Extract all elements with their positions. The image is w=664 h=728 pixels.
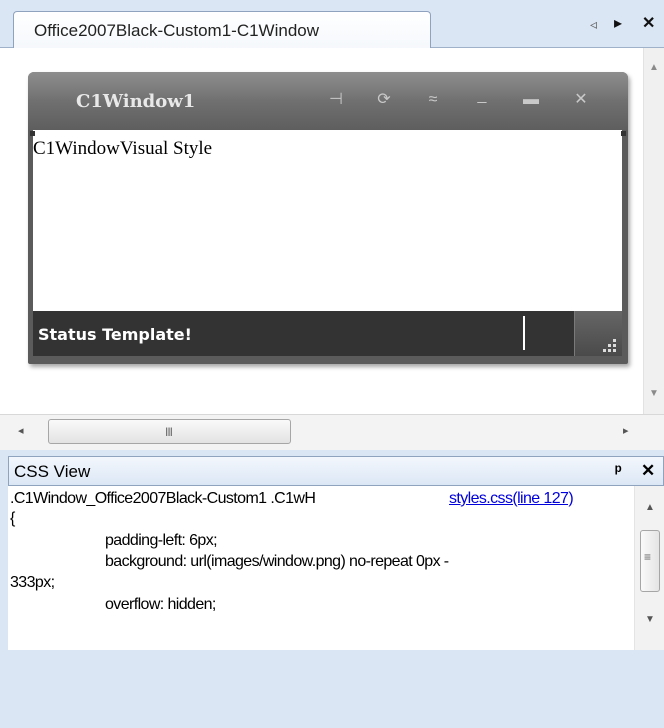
resize-grip-icon[interactable] bbox=[574, 311, 622, 356]
scroll-left-icon[interactable]: ◂ bbox=[18, 424, 24, 437]
resize-handle-top-left[interactable] bbox=[30, 131, 35, 136]
content-text: C1WindowVisual Style bbox=[33, 138, 213, 159]
c1window-title: C1Window1 bbox=[76, 91, 196, 112]
thumb-grip-icon: ≡ bbox=[644, 550, 652, 564]
pin-icon[interactable]: ⊣ bbox=[324, 88, 348, 112]
css-view-body: .C1Window_Office2007Black-Custom1 .C1wH … bbox=[8, 486, 634, 650]
reload-icon[interactable]: ⟳ bbox=[372, 88, 396, 112]
css-source-link[interactable]: styles.css(line 127) bbox=[449, 489, 574, 509]
css-view-pane: CSS View ᵖ ✕ .C1Window_Office2007Black-C… bbox=[8, 456, 664, 728]
designer-surface: C1Window1 ⊣ ⟳ ≈ _ ▬ ✕ C1WindowVisual Sty… bbox=[0, 48, 643, 414]
scroll-up-icon[interactable]: ▲ bbox=[649, 62, 659, 73]
close-icon[interactable]: ✕ bbox=[569, 88, 593, 112]
css-view-scroll-thumb[interactable]: ≡ bbox=[640, 530, 660, 592]
resize-handle-top-right[interactable] bbox=[621, 131, 626, 136]
scroll-right-icon[interactable]: ▸ bbox=[623, 424, 629, 437]
document-tab-label: Office2007Black-Custom1-C1Window bbox=[34, 21, 320, 40]
css-declaration: overflow: hidden; bbox=[105, 596, 216, 613]
css-view-header: CSS View ᵖ ✕ bbox=[8, 456, 664, 486]
close-tab-icon[interactable]: ✕ bbox=[642, 14, 655, 34]
css-declaration-continued: 333px; bbox=[10, 574, 55, 591]
maximize-icon[interactable]: ▬ bbox=[519, 88, 543, 112]
css-declaration: padding-left: 6px; bbox=[105, 532, 218, 549]
c1window-header[interactable]: C1Window1 ⊣ ⟳ ≈ _ ▬ ✕ bbox=[28, 72, 628, 130]
document-tab[interactable]: Office2007Black-Custom1-C1Window bbox=[13, 11, 431, 49]
collapse-icon[interactable]: ≈ bbox=[421, 88, 445, 112]
scroll-down-icon[interactable]: ▼ bbox=[645, 614, 655, 625]
designer-vertical-scrollbar[interactable]: ▲ ▼ bbox=[643, 48, 664, 414]
scroll-tabs-right-icon[interactable]: ▸ bbox=[614, 14, 622, 34]
status-text: Status Template! bbox=[38, 325, 192, 344]
scroll-tabs-left-icon[interactable]: ◃ bbox=[590, 14, 597, 34]
horizontal-scrollbar[interactable]: ◂ III ▸ bbox=[0, 414, 664, 450]
close-pane-icon[interactable]: ✕ bbox=[641, 461, 655, 481]
status-bar: Status Template! bbox=[33, 311, 622, 356]
css-view-title: CSS View bbox=[14, 462, 91, 481]
c1window-content: C1WindowVisual Style bbox=[33, 130, 622, 311]
horizontal-scroll-thumb[interactable]: III bbox=[48, 419, 291, 444]
css-view-vertical-scrollbar[interactable]: ▲ ≡ ▼ bbox=[634, 486, 664, 650]
document-tab-bar: Office2007Black-Custom1-C1Window ◃ ▸ ✕ bbox=[0, 0, 664, 49]
css-declaration: background: url(images/window.png) no-re… bbox=[105, 553, 449, 570]
minimize-icon[interactable]: _ bbox=[470, 84, 494, 108]
css-selector: .C1Window_Office2007Black-Custom1 .C1wH bbox=[10, 490, 316, 507]
scroll-down-icon[interactable]: ▼ bbox=[649, 388, 659, 399]
css-open-brace: { bbox=[10, 510, 15, 527]
scroll-up-icon[interactable]: ▲ bbox=[645, 502, 655, 513]
pin-pane-icon[interactable]: ᵖ bbox=[615, 461, 622, 481]
status-divider bbox=[523, 316, 525, 350]
c1window[interactable]: C1Window1 ⊣ ⟳ ≈ _ ▬ ✕ C1WindowVisual Sty… bbox=[28, 72, 628, 364]
thumb-grip-icon: III bbox=[165, 425, 173, 439]
